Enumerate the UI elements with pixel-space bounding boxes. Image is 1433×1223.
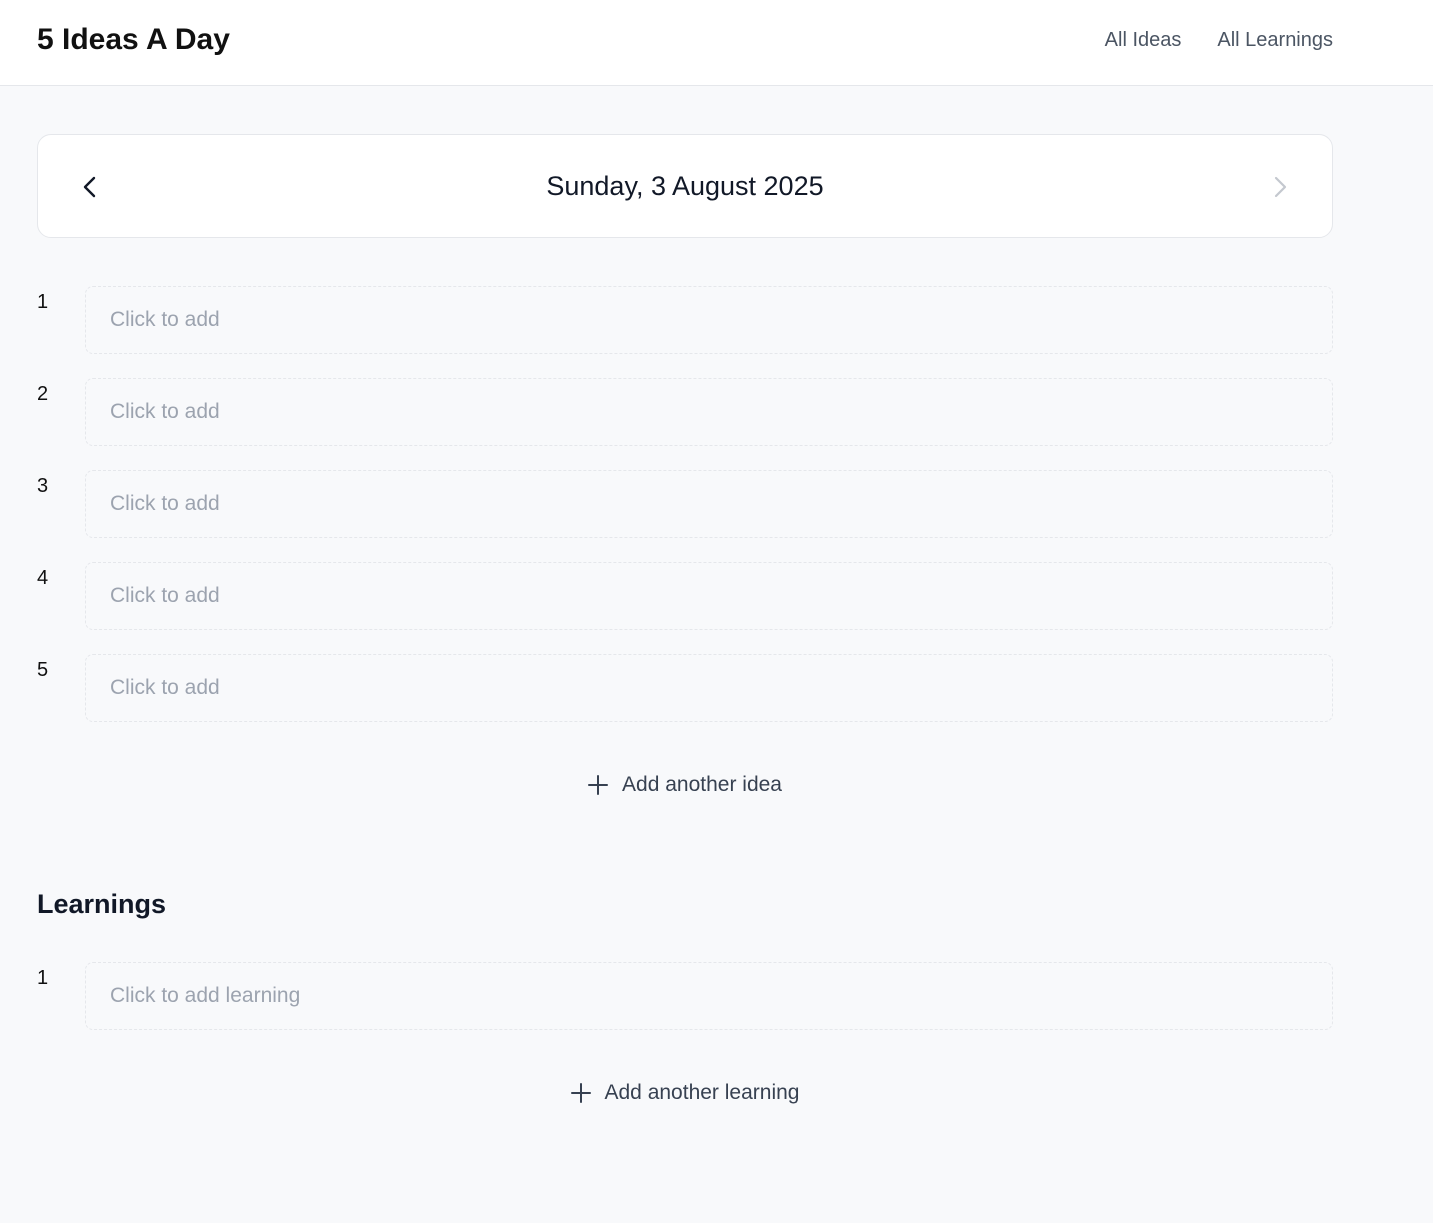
idea-input[interactable]: Click to add	[85, 378, 1333, 446]
plus-icon	[570, 1083, 591, 1103]
add-learning-button[interactable]: Add another learning	[37, 1078, 1333, 1108]
next-day-button[interactable]	[1264, 171, 1296, 203]
learning-number: 1	[37, 967, 49, 989]
add-learning-label: Add another learning	[604, 1081, 800, 1104]
app-header: 5 Ideas A Day All Ideas All Learnings	[0, 0, 1433, 86]
idea-number: 4	[37, 567, 49, 589]
current-date: Sunday, 3 August 2025	[546, 171, 824, 201]
idea-number: 3	[37, 475, 49, 497]
idea-row: 2 Click to add	[37, 378, 1333, 446]
idea-input[interactable]: Click to add	[85, 470, 1333, 538]
idea-number: 5	[37, 659, 49, 681]
idea-row: 4 Click to add	[37, 562, 1333, 630]
date-navigator: Sunday, 3 August 2025	[37, 134, 1333, 238]
plus-icon	[588, 775, 609, 795]
nav-all-learnings[interactable]: All Learnings	[1217, 28, 1333, 52]
learning-row: 1 Click to add learning	[37, 962, 1333, 1030]
top-nav: All Ideas All Learnings	[1105, 28, 1333, 52]
idea-input[interactable]: Click to add	[85, 654, 1333, 722]
idea-number: 1	[37, 291, 49, 313]
idea-row: 5 Click to add	[37, 654, 1333, 722]
learnings-heading: Learnings	[37, 889, 167, 919]
app-title: 5 Ideas A Day	[37, 23, 230, 56]
learning-input[interactable]: Click to add learning	[85, 962, 1333, 1030]
chevron-right-icon	[1274, 176, 1287, 198]
add-idea-button[interactable]: Add another idea	[37, 770, 1333, 800]
add-idea-label: Add another idea	[622, 773, 782, 796]
idea-number: 2	[37, 383, 49, 405]
idea-input[interactable]: Click to add	[85, 286, 1333, 354]
idea-row: 3 Click to add	[37, 470, 1333, 538]
nav-all-ideas[interactable]: All Ideas	[1105, 28, 1182, 52]
idea-row: 1 Click to add	[37, 286, 1333, 354]
idea-input[interactable]: Click to add	[85, 562, 1333, 630]
